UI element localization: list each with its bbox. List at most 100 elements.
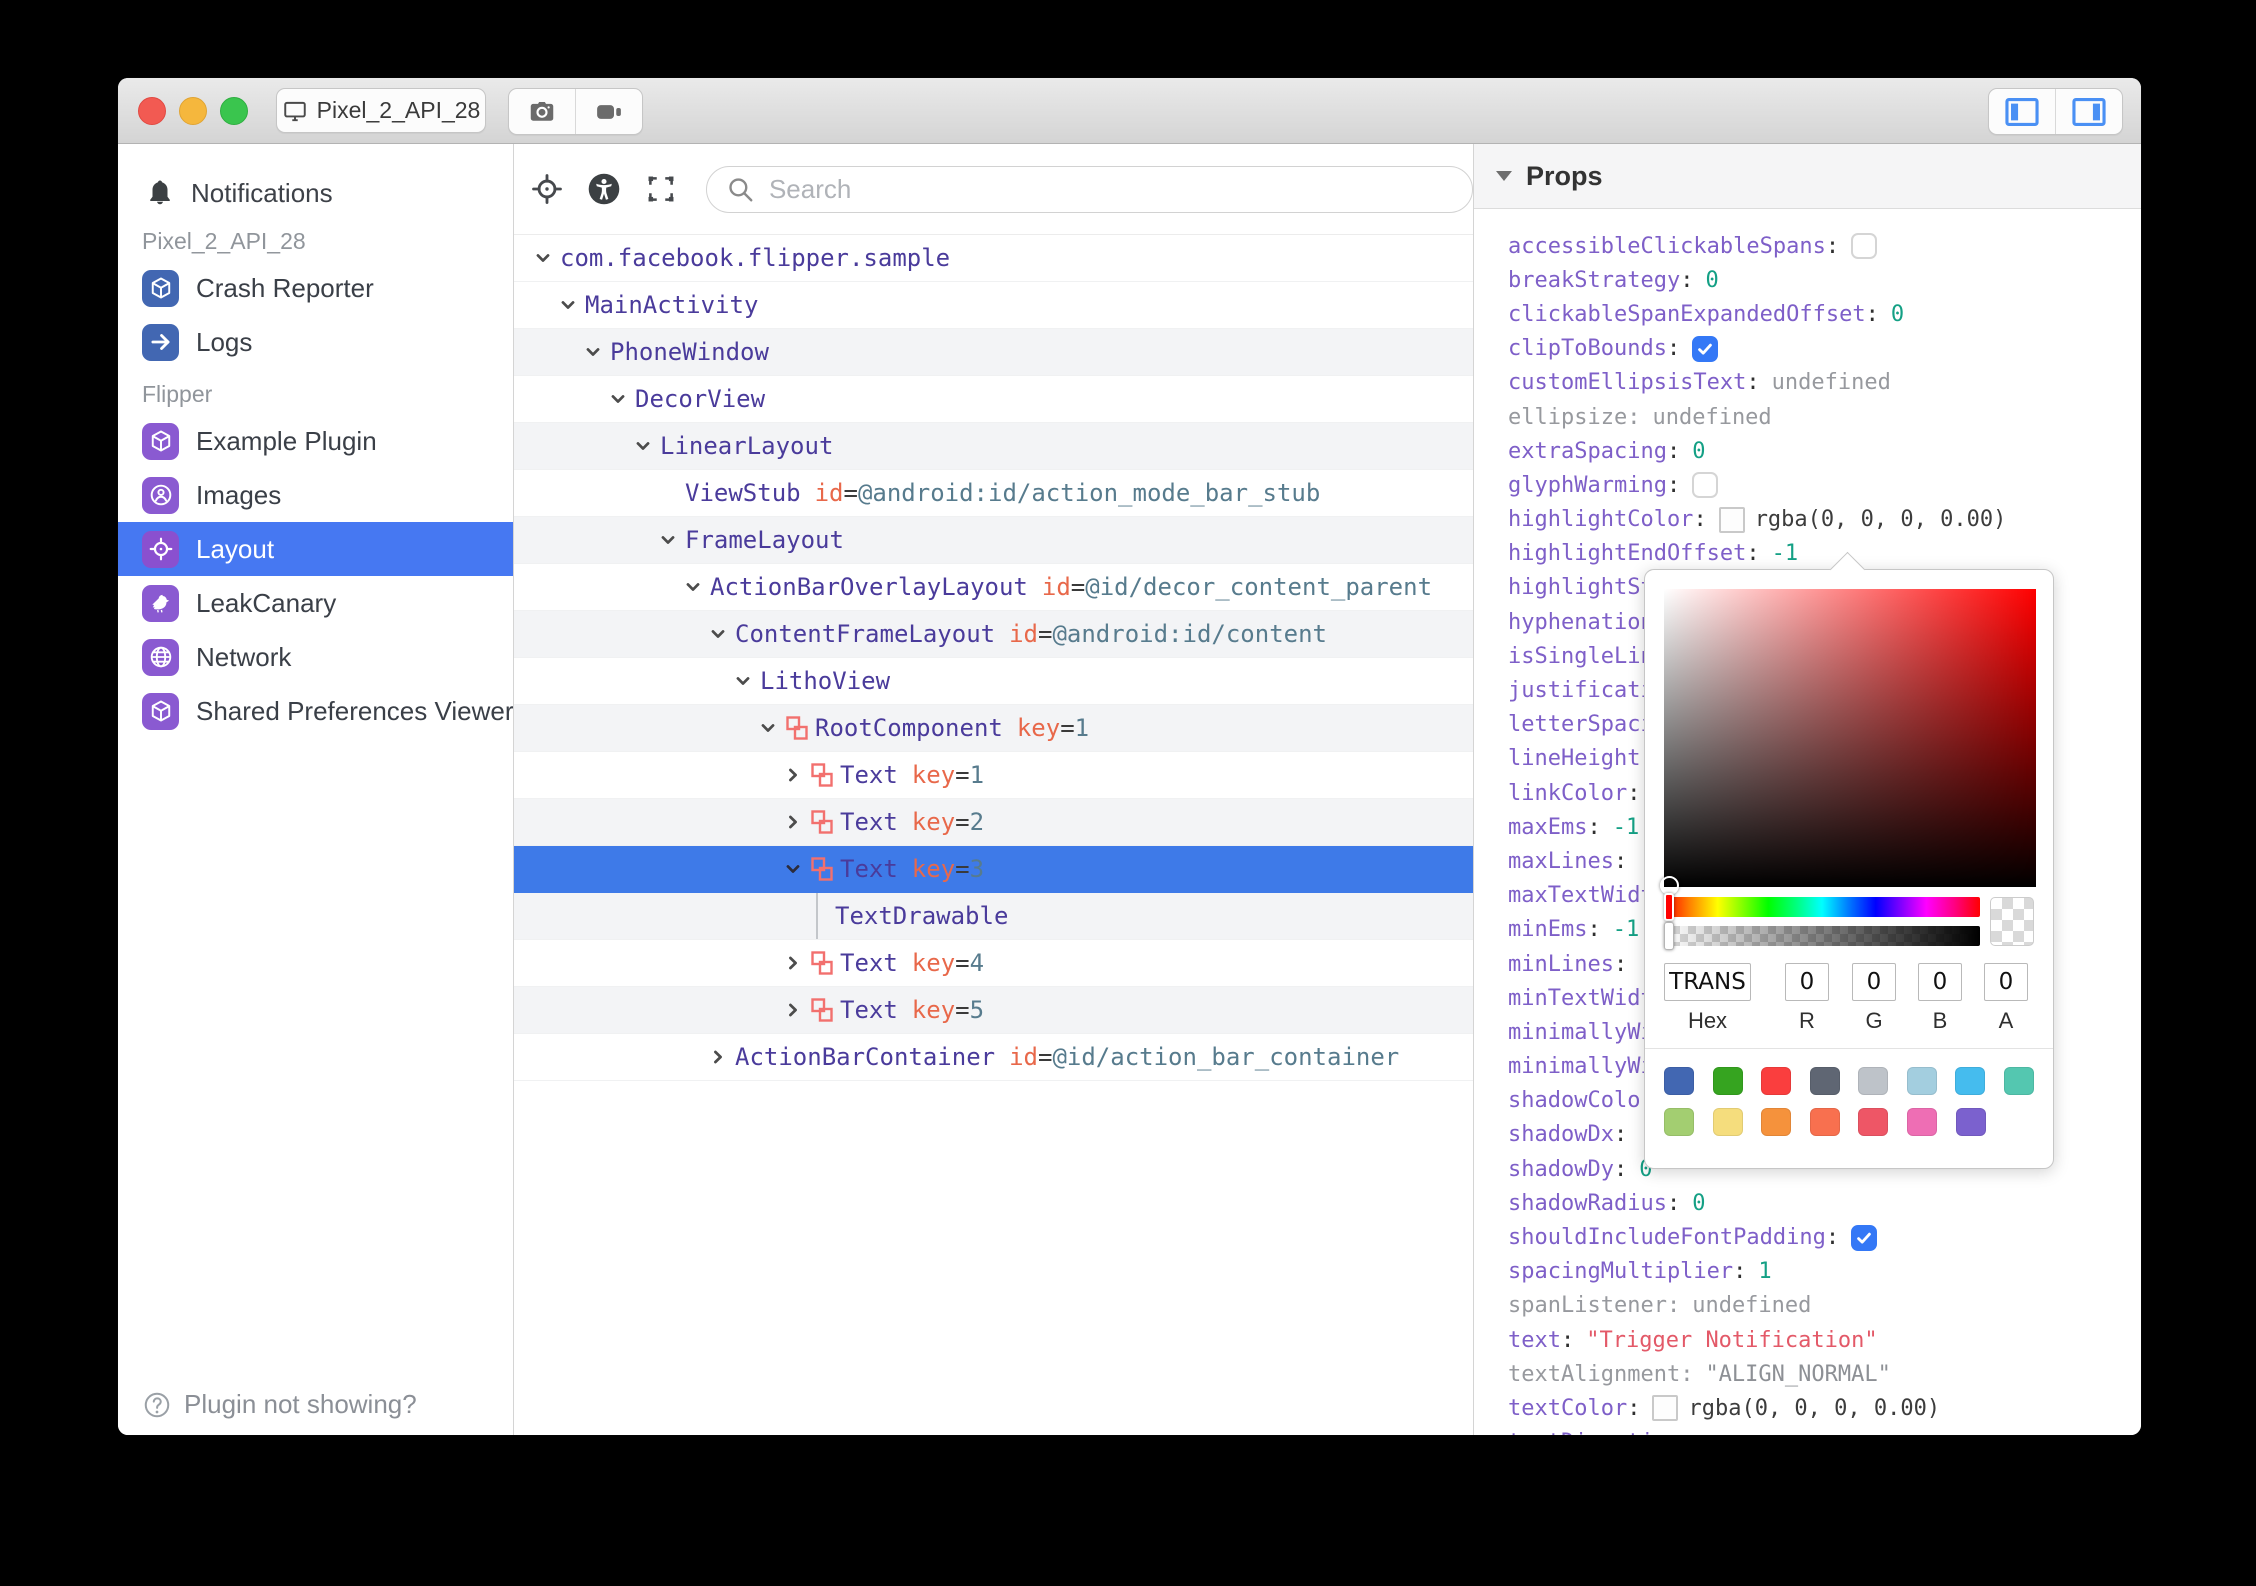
tree-row-mainactivity[interactable]: MainActivity — [514, 282, 1473, 329]
prop-row-breakStrategy: breakStrategy:0 — [1508, 267, 1719, 293]
tree-row-com.facebook.flipper.sample[interactable]: com.facebook.flipper.sample — [514, 235, 1473, 282]
sidebar-item-shared-preferences-viewer[interactable]: Shared Preferences Viewer — [118, 684, 513, 738]
chevron-down-icon[interactable] — [757, 717, 785, 739]
chevron-down-icon[interactable] — [682, 576, 710, 598]
chevron-right-icon[interactable] — [782, 999, 810, 1021]
chevron-down-icon[interactable] — [582, 341, 610, 363]
tree-row-text[interactable]: Text key = 1 — [514, 752, 1473, 799]
tree-row-decorview[interactable]: DecorView — [514, 376, 1473, 423]
alpha-label: A — [1998, 1008, 2014, 1033]
chevron-down-icon[interactable] — [607, 388, 635, 410]
close-button[interactable] — [138, 96, 166, 125]
tree-row-contentframelayout[interactable]: ContentFrameLayout id = @android:id/content — [514, 611, 1473, 658]
sidebar-item-leakcanary[interactable]: LeakCanary — [118, 576, 513, 630]
green-input[interactable] — [1852, 963, 1896, 1001]
litho-component-icon — [785, 716, 815, 740]
preset-color-swatch[interactable] — [1858, 1067, 1889, 1095]
toggle-left-panel-button[interactable] — [1989, 89, 2055, 134]
preset-color-swatch[interactable] — [1955, 1108, 1986, 1136]
screenshot-button[interactable] — [509, 89, 575, 134]
chevron-down-icon[interactable] — [532, 247, 560, 269]
chevron-down-icon[interactable] — [707, 623, 735, 645]
alpha-slider[interactable] — [1664, 922, 1980, 950]
preset-color-swatch[interactable] — [1955, 1067, 1986, 1095]
chevron-right-icon[interactable] — [707, 1046, 735, 1068]
tree-row-text[interactable]: Text key = 4 — [514, 940, 1473, 987]
hue-slider[interactable] — [1664, 893, 1980, 921]
prop-key: maxLines — [1508, 848, 1614, 874]
chevron-right-icon[interactable] — [782, 811, 810, 833]
chevron-down-icon[interactable] — [557, 294, 585, 316]
prop-color-swatch[interactable] — [1718, 506, 1745, 533]
preset-color-swatch[interactable] — [1712, 1067, 1743, 1095]
sidebar-item-notifications[interactable]: Notifications — [118, 170, 513, 216]
chevron-down-icon[interactable] — [782, 858, 810, 880]
preset-color-swatch[interactable] — [1761, 1108, 1792, 1136]
chevron-down-icon[interactable] — [657, 529, 685, 551]
sidebar-item-network[interactable]: Network — [118, 630, 513, 684]
preset-color-swatch[interactable] — [1712, 1108, 1743, 1136]
hue-slider-handle[interactable] — [1664, 893, 1674, 921]
prop-checkbox-checked[interactable] — [1692, 335, 1719, 362]
preset-color-swatch[interactable] — [2004, 1067, 2035, 1095]
sidebar-item-images[interactable]: Images — [118, 468, 513, 522]
element-name: ActionBarOverlayLayout — [710, 573, 1028, 601]
chevron-right-icon[interactable] — [782, 764, 810, 786]
alpha-slider-handle[interactable] — [1664, 922, 1674, 950]
accessibility-mode-button[interactable] — [583, 167, 626, 211]
saturation-brightness-gradient[interactable] — [1660, 589, 2036, 895]
plugin-not-showing-link[interactable]: Plugin not showing? — [142, 1389, 417, 1420]
minimize-button[interactable] — [179, 96, 207, 125]
tree-row-text[interactable]: Text key = 3 — [514, 846, 1473, 893]
sidebar-item-logs[interactable]: Logs — [118, 315, 513, 369]
tree-row-text[interactable]: Text key = 2 — [514, 799, 1473, 846]
target-mode-button[interactable] — [526, 167, 569, 211]
sidebar-item-layout[interactable]: Layout — [118, 522, 513, 576]
prop-value: "ALIGN_NORMAL" — [1705, 1361, 1891, 1387]
search-input[interactable] — [766, 172, 1454, 206]
prop-checkbox-unchecked[interactable] — [1692, 472, 1719, 499]
tree-row-framelayout[interactable]: FrameLayout — [514, 517, 1473, 564]
preset-color-swatch[interactable] — [1664, 1067, 1694, 1095]
prop-key: textColor — [1508, 1395, 1628, 1421]
desktop-background: Pixel_2_API_28 Notifications Pixel_2_API… — [0, 0, 2256, 1586]
hex-input[interactable] — [1664, 963, 1751, 1001]
preset-color-swatch[interactable] — [1809, 1067, 1840, 1095]
blue-input[interactable] — [1918, 963, 1962, 1001]
tree-row-linearlayout[interactable]: LinearLayout — [514, 423, 1473, 470]
chevron-right-icon[interactable] — [782, 952, 810, 974]
sidebar-item-crash-reporter[interactable]: Crash Reporter — [118, 261, 513, 315]
tree-row-phonewindow[interactable]: PhoneWindow — [514, 329, 1473, 376]
tree-row-actionbaroverlaylayout[interactable]: ActionBarOverlayLayout id = @id/decor_conte… — [514, 564, 1473, 611]
preset-color-swatch[interactable] — [1809, 1108, 1840, 1136]
red-label: R — [1799, 1008, 1815, 1033]
device-selector-button[interactable]: Pixel_2_API_28 — [276, 88, 486, 133]
tree-row-actionbarcontainer[interactable]: ActionBarContainer id = @id/action_bar_cont… — [514, 1034, 1473, 1081]
preset-color-swatch[interactable] — [1664, 1108, 1694, 1136]
screen-record-button[interactable] — [575, 89, 642, 134]
preset-color-swatch[interactable] — [1906, 1067, 1937, 1095]
alpha-input[interactable] — [1984, 963, 2028, 1001]
preset-color-swatch[interactable] — [1858, 1108, 1889, 1136]
chevron-down-icon[interactable] — [732, 670, 760, 692]
sidebar-item-example-plugin[interactable]: Example Plugin — [118, 414, 513, 468]
tree-row-lithoview[interactable]: LithoView — [514, 658, 1473, 705]
prop-checkbox-unchecked[interactable] — [1851, 233, 1878, 260]
preset-color-swatch[interactable] — [1906, 1108, 1937, 1136]
attr-key: key — [911, 949, 956, 977]
zoom-button[interactable] — [220, 96, 248, 125]
expand-selection-button[interactable] — [639, 167, 682, 211]
tree-row-rootcomponent[interactable]: RootComponent key = 1 — [514, 705, 1473, 752]
chevron-down-icon[interactable] — [632, 435, 660, 457]
flipper-window: Pixel_2_API_28 Notifications Pixel_2_API… — [118, 78, 2141, 1435]
props-section-header[interactable]: Props — [1474, 144, 2141, 209]
tree-row-textdrawable[interactable]: TextDrawable — [514, 893, 1473, 940]
prop-color-swatch[interactable] — [1652, 1395, 1679, 1422]
preset-color-swatch[interactable] — [1761, 1067, 1792, 1095]
element-name: DecorView — [635, 385, 766, 413]
tree-row-viewstub[interactable]: ViewStub id = @android:id/action_mode_bar_s… — [514, 470, 1473, 517]
toggle-right-panel-button[interactable] — [2055, 89, 2122, 134]
red-input[interactable] — [1785, 963, 1829, 1001]
tree-row-text[interactable]: Text key = 5 — [514, 987, 1473, 1034]
prop-checkbox-checked[interactable] — [1851, 1224, 1878, 1251]
